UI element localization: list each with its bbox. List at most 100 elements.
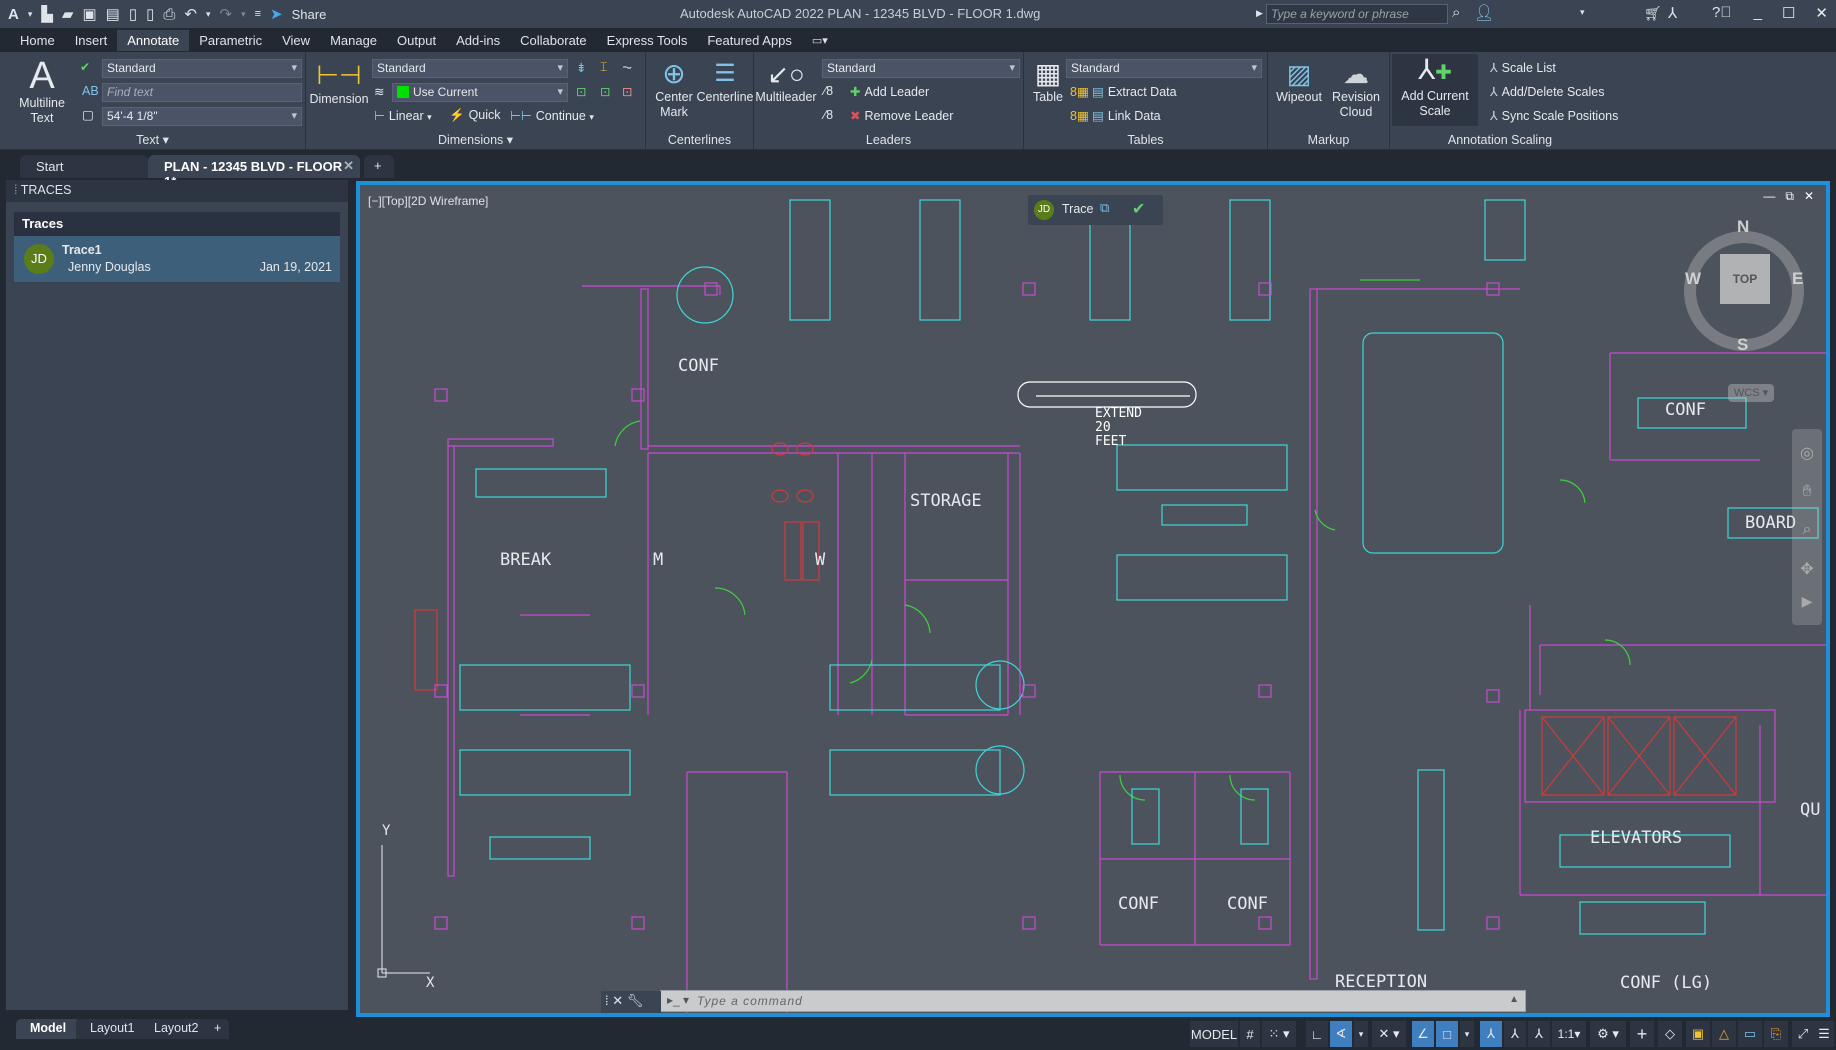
layout-tab-layout1[interactable]: Layout1 [76, 1019, 149, 1039]
wipeout-button[interactable]: ▨ Wipeout [1274, 58, 1324, 105]
isolate-objects-icon[interactable]: ◇ [1658, 1021, 1682, 1047]
open-file-icon[interactable]: ▰ [62, 5, 74, 23]
osnap-dropdown-icon[interactable]: ▾ [1460, 1021, 1474, 1047]
viewcube-north[interactable]: N [1737, 217, 1749, 237]
text-style-select[interactable]: Standard [102, 59, 302, 78]
annotation-scale-icon[interactable]: ⅄ [1528, 1021, 1550, 1047]
viewport-minimize-icon[interactable]: — [1763, 189, 1775, 204]
object-snap-tracking-icon[interactable]: ∠ [1412, 1021, 1434, 1047]
annotation-visibility-icon[interactable]: ⅄ [1480, 1021, 1502, 1047]
add-delete-scales-button[interactable]: ⅄ Add/Delete Scales [1490, 84, 1604, 99]
viewcube-top-face[interactable]: TOP [1720, 254, 1770, 304]
search-icon[interactable]: ⌕ [1452, 4, 1460, 21]
grid-icon[interactable]: # [1240, 1021, 1260, 1047]
tab-add-ins[interactable]: Add-ins [446, 30, 510, 51]
share-icon[interactable]: ➤ [270, 5, 283, 23]
workspace-gear-icon[interactable]: ⚙ ▾ [1590, 1021, 1626, 1047]
jog-line-icon[interactable]: ⏦ [622, 60, 632, 75]
navigation-bar[interactable]: ◎ ✋︎ ⌕ ✥ ▶ [1792, 429, 1822, 625]
dimensions-panel-label[interactable]: Dimensions ▾ [306, 132, 645, 147]
undo-dropdown-icon[interactable]: ▾ [206, 9, 211, 20]
collect-leaders-icon[interactable]: ⁄8 [824, 108, 833, 122]
user-dropdown-icon[interactable]: ▾ [1580, 7, 1585, 18]
orbit-icon[interactable]: ✥ [1792, 559, 1822, 579]
plot-icon[interactable]: ⎙ [163, 6, 175, 23]
cart-icon[interactable]: 🛒︎ [1644, 5, 1662, 22]
update-icon[interactable]: ⊡ [600, 84, 610, 99]
close-icon[interactable]: ✕ [1815, 4, 1828, 22]
add-current-scale-button[interactable]: ⅄✚ Add Current Scale [1392, 54, 1478, 126]
customize-qa-icon[interactable]: ≡ [255, 8, 261, 20]
viewcube-east[interactable]: E [1792, 269, 1803, 289]
tab-output[interactable]: Output [387, 30, 446, 51]
share-button[interactable]: Share [292, 7, 327, 22]
command-prompt-icon[interactable]: ▸_ ▾ [667, 993, 689, 1007]
text-panel-label[interactable]: Text ▾ [0, 132, 305, 147]
command-customize-icon[interactable]: 🔧︎ [627, 993, 644, 1008]
table-style-select[interactable]: Standard [1066, 59, 1262, 78]
help-search-input[interactable]: Type a keyword or phrase [1266, 4, 1448, 24]
attachment-icon[interactable]: ⎘ [1764, 1021, 1788, 1047]
extract-data-button[interactable]: ▤ Extract Data [1092, 84, 1177, 99]
tab-manage[interactable]: Manage [320, 30, 387, 51]
text-height-select[interactable]: 54'-4 1/8" [102, 107, 302, 126]
pan-icon[interactable]: ✋︎ [1792, 483, 1822, 501]
exit-trace-check-icon[interactable]: ✔ [1132, 199, 1145, 219]
tab-collaborate[interactable]: Collaborate [510, 30, 597, 51]
autocad-logo-icon[interactable]: A [8, 6, 19, 23]
viewcube-south[interactable]: S [1737, 335, 1748, 355]
ucs-menu[interactable]: WCS ▾ [1728, 384, 1774, 402]
user-icon[interactable]: 👤︎ [1474, 3, 1494, 23]
undo-icon[interactable]: ↶ [184, 5, 197, 23]
tab-express-tools[interactable]: Express Tools [597, 30, 698, 51]
new-file-icon[interactable]: ▙ [41, 5, 53, 23]
doc-tab-plan[interactable]: PLAN - 12345 BLVD - FLOOR 1* ✕ [148, 155, 360, 189]
linear-button[interactable]: ⊢ Linear ▾ [374, 108, 432, 123]
redo-dropdown-icon[interactable]: ▾ [241, 9, 246, 20]
annotation-scale-select[interactable]: 1:1 ▾ [1552, 1021, 1586, 1047]
save-icon[interactable]: ▣ [82, 5, 96, 23]
layout-tab-layout2[interactable]: Layout2 [140, 1019, 213, 1039]
find-text-input[interactable]: Find text [102, 83, 302, 102]
polar-tracking-icon[interactable]: ∢ [1330, 1021, 1352, 1047]
viewcube-west[interactable]: W [1685, 269, 1701, 289]
multiline-text-button[interactable]: A Multiline Text [10, 56, 74, 126]
command-close-icon[interactable]: ✕ [612, 993, 623, 1008]
tab-annotate[interactable]: Annotate [117, 29, 190, 51]
minimize-icon[interactable]: _ [1754, 4, 1762, 22]
save-web-icon[interactable]: ▯ [146, 5, 154, 23]
viewport-restore-icon[interactable]: ⧉ [1785, 189, 1794, 204]
link-data-button[interactable]: ▤ Link Data [1092, 108, 1161, 123]
snap-icon[interactable]: ⁙ ▾ [1262, 1021, 1296, 1047]
drawing-viewport[interactable]: CONF BREAK M W STORAGE CONF BOARD ELEVAT… [356, 181, 1830, 1017]
open-web-icon[interactable]: ▯ [129, 5, 137, 23]
dim-layer-select[interactable]: Use Current [392, 83, 568, 102]
align-leaders-icon[interactable]: ⁄8 [824, 84, 833, 98]
leader-style-select[interactable]: Standard [822, 59, 1020, 78]
adjust-space-icon[interactable]: ⌶ [600, 60, 608, 75]
save-as-icon[interactable]: ▤ [106, 5, 120, 23]
inspect-icon[interactable]: ⊡ [576, 84, 586, 99]
reassociate-icon[interactable]: ⊡ [622, 84, 632, 99]
new-tab-button[interactable]: + [364, 155, 394, 178]
autodesk-app-icon[interactable]: ⅄ [1668, 4, 1677, 22]
doc-tab-start[interactable]: Start [20, 155, 148, 178]
viewport-controls[interactable]: [−][Top][2D Wireframe] [368, 194, 488, 208]
new-layout-button[interactable]: + [206, 1019, 230, 1039]
steering-wheel-icon[interactable]: ◎ [1792, 443, 1822, 463]
help-icon[interactable]: ?⃝ [1712, 4, 1732, 21]
center-mark-button[interactable]: ⊕ Center Mark [652, 58, 696, 120]
add-leader-button[interactable]: ✚ Add Leader [850, 84, 929, 99]
command-history-icon[interactable]: ▲ [1509, 994, 1519, 1005]
isodraft-icon[interactable]: ✕ ▾ [1372, 1021, 1406, 1047]
tab-parametric[interactable]: Parametric [189, 30, 272, 51]
showmotion-icon[interactable]: ▶ [1792, 593, 1822, 610]
quick-button[interactable]: ⚡ Quick [449, 108, 501, 123]
command-input[interactable]: Type a command [697, 994, 803, 1008]
dimension-button[interactable]: ⊢⊣ Dimension [306, 58, 372, 107]
model-space-button[interactable]: MODEL [1190, 1021, 1238, 1047]
clean-screen-icon[interactable]: ▭ [1738, 1021, 1762, 1047]
app-menu-chevron-icon[interactable]: ▾ [28, 9, 33, 20]
annotation-monitor-icon[interactable]: + [1630, 1021, 1654, 1047]
object-snap-icon[interactable]: □ [1436, 1021, 1458, 1047]
